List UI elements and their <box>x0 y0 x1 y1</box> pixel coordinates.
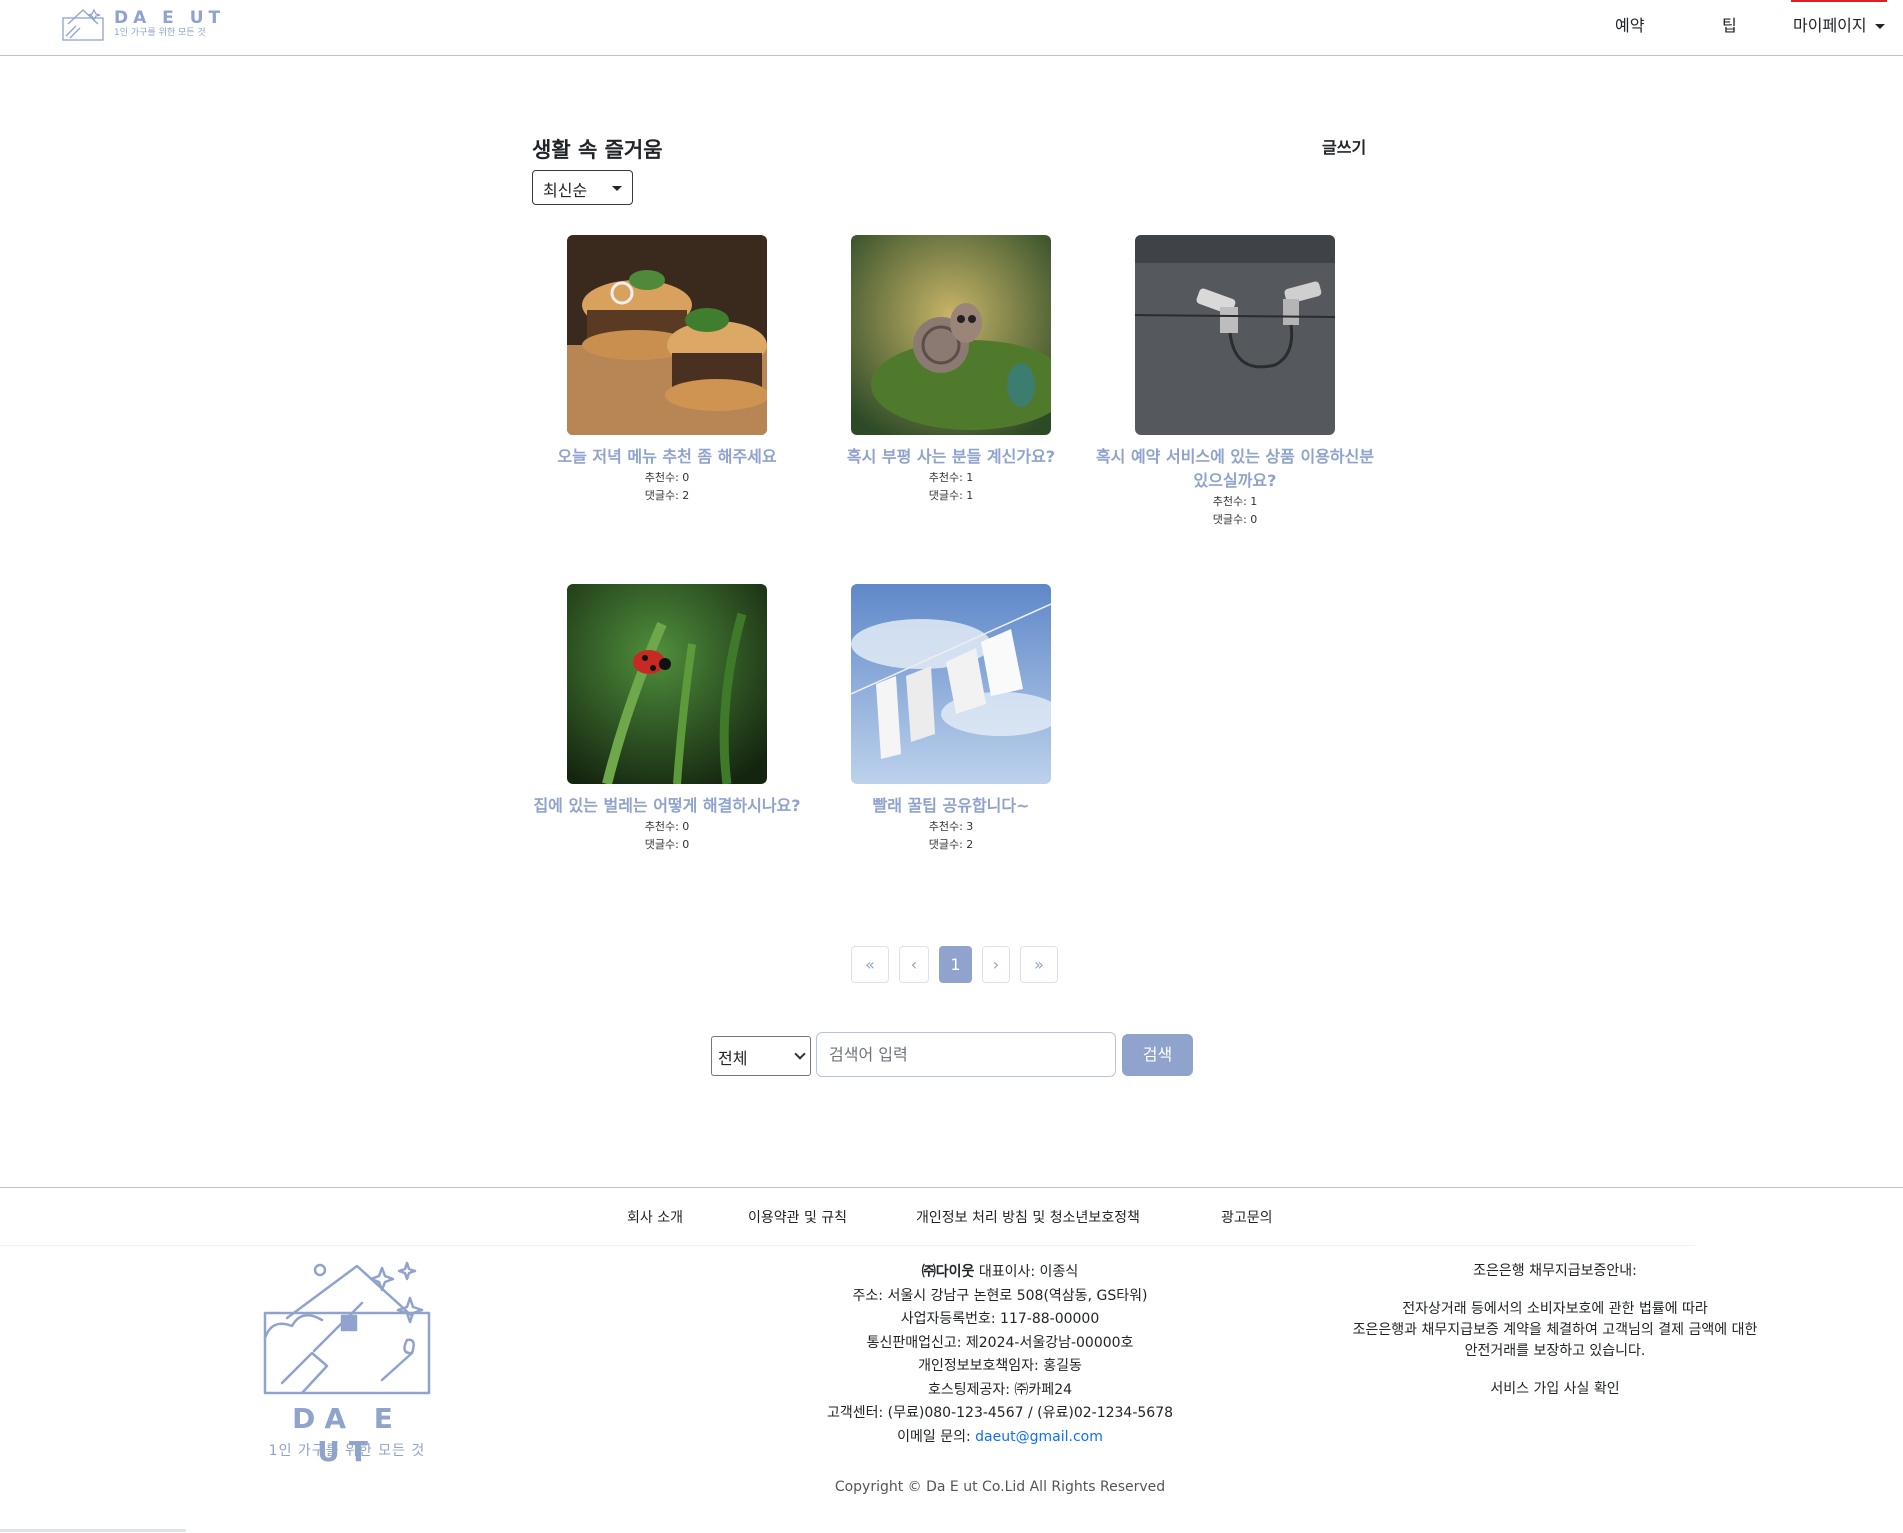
bank-line: 조은은행과 채무지급보증 계약을 체결하여 고객님의 결제 금액에 대한 <box>1352 1322 1758 1338</box>
nav-reserve[interactable]: 예약 <box>1615 12 1644 36</box>
active-indicator <box>1791 0 1887 2</box>
cctv-photo <box>1135 235 1335 435</box>
post-title[interactable]: 혹시 예약 서비스에 있는 상품 이용하신분 있으실까요? <box>1090 445 1380 493</box>
chevron-down-icon <box>794 1048 806 1060</box>
caret-down-icon <box>1874 24 1885 29</box>
laundry-photo <box>851 584 1051 784</box>
prev-page-button[interactable]: ‹ <box>899 946 929 983</box>
post-card[interactable]: 빨래 꿀팁 공유합니다~ 추천수: 3 댓글수: 2 <box>806 584 1096 854</box>
search-input[interactable] <box>816 1032 1116 1077</box>
bank-line: 안전거래를 보장하고 있습니다. <box>1464 1343 1646 1359</box>
post-card[interactable]: 집에 있는 벌레는 어떻게 해결하시나요? 추천수: 0 댓글수: 0 <box>522 584 812 854</box>
post-comments: 댓글수: 0 <box>1212 513 1258 526</box>
copyright: Copyright © Da E ut Co.Lid All Rights Re… <box>834 1479 1166 1495</box>
snail-photo <box>851 235 1051 435</box>
post-title[interactable]: 집에 있는 벌레는 어떻게 해결하시나요? <box>522 794 812 818</box>
next-page-button[interactable]: › <box>982 946 1010 983</box>
post-thumbnail[interactable] <box>1135 235 1335 435</box>
post-thumbnail[interactable] <box>567 584 767 784</box>
post-likes: 추천수: 3 <box>928 820 974 833</box>
last-page-button[interactable]: » <box>1020 946 1058 983</box>
post-card[interactable]: 혹시 부평 사는 분들 계신가요? 추천수: 1 댓글수: 1 <box>806 235 1096 505</box>
page-1-button[interactable]: 1 <box>939 946 972 983</box>
company-hosting: 호스팅제공자: ㈜카페24 <box>927 1381 1073 1398</box>
header-logo[interactable]: DA E UT 1인 가구를 위한 모든 것 <box>60 6 225 42</box>
write-post-link[interactable]: 글쓰기 <box>1322 134 1366 158</box>
bank-line: 전자상거래 등에서의 소비자보호에 관한 법률에 따라 <box>1402 1301 1708 1317</box>
footer-link-terms[interactable]: 이용약관 및 규칙 <box>748 1207 847 1227</box>
pagination: « ‹ 1 › » <box>851 946 1068 983</box>
post-likes: 추천수: 0 <box>644 820 690 833</box>
footer-link-privacy[interactable]: 개인정보 처리 방침 및 청소년보호정책 <box>916 1207 1140 1227</box>
board-title: 생활 속 즐거움 <box>532 138 663 162</box>
footer-logo-tagline: 1인 가구를 위한 모든 것 <box>268 1443 426 1459</box>
company-privacy-officer: 개인정보보호책임자: 홍길동 <box>918 1358 1082 1374</box>
search-scope-selected: 전체 <box>718 1049 748 1068</box>
company-name: ㈜다이웃 <box>921 1264 975 1280</box>
service-verification-link[interactable]: 서비스 가입 사실 확인 <box>1305 1379 1805 1400</box>
footer-divider <box>0 1245 1695 1246</box>
nav-tips[interactable]: 팁 <box>1722 12 1737 36</box>
post-comments: 댓글수: 2 <box>928 838 974 851</box>
bank-title: 조은은행 채무지급보증안내: <box>1473 1263 1637 1279</box>
top-navbar: DA E UT 1인 가구를 위한 모든 것 예약 팁 마이페이지 <box>0 0 1903 56</box>
header-logo-brand: DA E UT <box>114 8 226 28</box>
post-title[interactable]: 빨래 꿀팁 공유합니다~ <box>806 794 1096 818</box>
company-customer-center: 고객센터: (무료)080-123-4567 / (유료)02-1234-567… <box>826 1405 1174 1421</box>
search-scope-select[interactable]: 전체 <box>711 1036 811 1076</box>
footer-link-ads[interactable]: 광고문의 <box>1221 1207 1273 1227</box>
post-title[interactable]: 혹시 부평 사는 분들 계신가요? <box>806 445 1096 469</box>
house-logo-icon <box>62 8 104 41</box>
post-title[interactable]: 오늘 저녁 메뉴 추천 좀 해주세요 <box>522 445 812 469</box>
nav-mypage-dropdown[interactable]: 마이페이지 <box>1793 12 1885 36</box>
horizontal-scrollbar[interactable] <box>0 1529 186 1532</box>
post-card[interactable]: 오늘 저녁 메뉴 추천 좀 해주세요 추천수: 0 댓글수: 2 <box>522 235 812 505</box>
company-info: ㈜다이웃 대표이사: 이종식 주소: 서울시 강남구 논현로 508(역삼동, … <box>700 1261 1300 1449</box>
company-telecom-no: 통신판매업신고: 제2024-서울강남-00000호 <box>866 1334 1134 1351</box>
caret-down-icon <box>612 186 622 191</box>
footer-divider <box>0 1187 1903 1188</box>
post-likes: 추천수: 1 <box>1212 495 1258 508</box>
search-button[interactable]: 검색 <box>1122 1034 1193 1076</box>
nav-mypage-label: 마이페이지 <box>1793 16 1867 35</box>
email-link[interactable]: daeut@gmail.com <box>975 1429 1103 1445</box>
post-thumbnail[interactable] <box>851 235 1051 435</box>
bank-guarantee-info: 조은은행 채무지급보증안내: 전자상거래 등에서의 소비자보호에 관한 법률에 … <box>1305 1261 1805 1400</box>
sort-dropdown[interactable]: 최신순 <box>532 170 633 205</box>
post-card[interactable]: 혹시 예약 서비스에 있는 상품 이용하신분 있으실까요? 추천수: 1 댓글수… <box>1090 235 1380 529</box>
post-comments: 댓글수: 2 <box>644 489 690 502</box>
company-address: 주소: 서울시 강남구 논현로 508(역삼동, GS타워) <box>852 1287 1148 1304</box>
first-page-button[interactable]: « <box>851 946 889 983</box>
header-logo-tagline: 1인 가구를 위한 모든 것 <box>114 28 206 38</box>
post-comments: 댓글수: 0 <box>644 838 690 851</box>
post-comments: 댓글수: 1 <box>928 489 974 502</box>
post-thumbnail[interactable] <box>567 235 767 435</box>
company-ceo: 대표이사: 이종식 <box>974 1264 1079 1280</box>
post-likes: 추천수: 0 <box>644 471 690 484</box>
email-label: 이메일 문의: <box>897 1428 976 1445</box>
post-thumbnail[interactable] <box>851 584 1051 784</box>
post-likes: 추천수: 1 <box>928 471 974 484</box>
company-biz-no: 사업자등록번호: 117-88-00000 <box>900 1311 1100 1327</box>
sort-selected: 최신순 <box>543 181 588 200</box>
ladybug-photo <box>567 584 767 784</box>
footer-link-about[interactable]: 회사 소개 <box>627 1207 683 1227</box>
house-logo-icon <box>263 1261 431 1395</box>
burger-photo <box>567 235 767 435</box>
